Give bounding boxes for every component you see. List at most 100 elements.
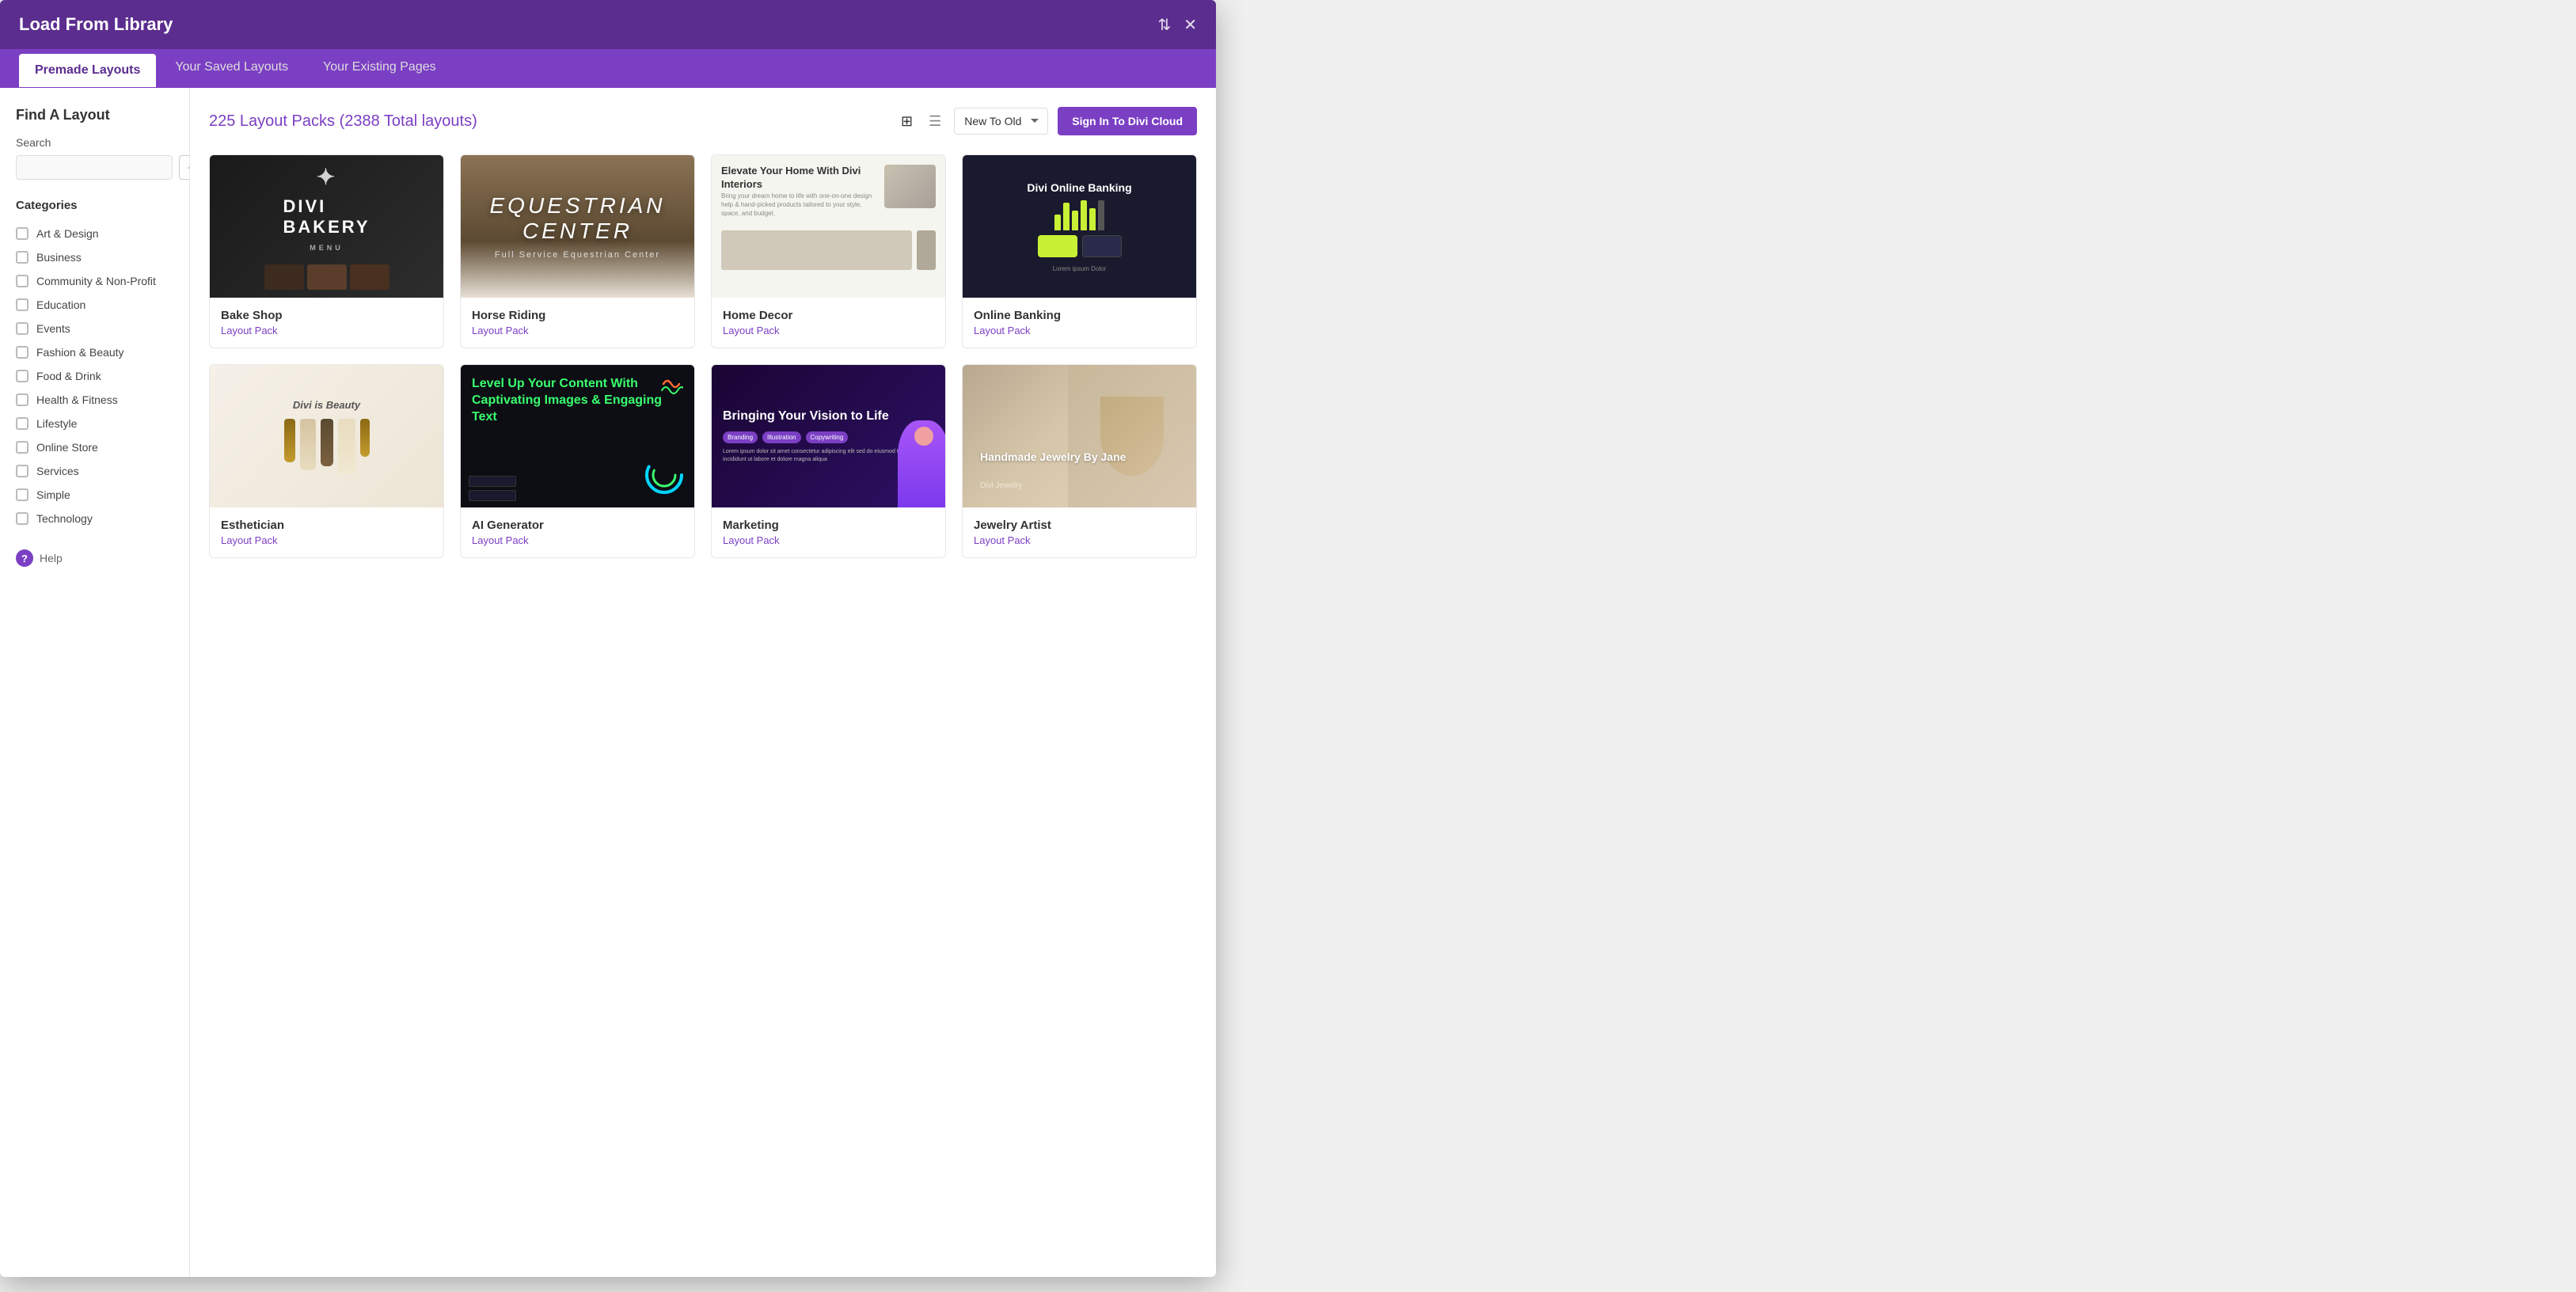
category-item-food-drink[interactable]: Food & Drink <box>16 364 173 388</box>
card-type-bake-shop: Layout Pack <box>221 325 432 336</box>
card-preview-marketing: Bringing Your Vision to Life Branding Il… <box>712 365 945 507</box>
help-label: Help <box>40 552 63 564</box>
category-checkbox-community-nonprofit[interactable] <box>16 275 28 287</box>
sort-select[interactable]: New To Old Old To New A to Z Z to A <box>954 108 1048 135</box>
list-icon <box>929 113 941 129</box>
grid-view-button[interactable] <box>898 110 916 133</box>
layout-card-bake-shop[interactable]: ✦ DIVIBAKERY MENU Bake Shop Layout Pack <box>209 154 444 348</box>
close-button[interactable]: ✕ <box>1184 15 1197 35</box>
categories-list: Art & Design Business Community & Non-Pr… <box>16 222 173 530</box>
category-label-education: Education <box>36 298 85 311</box>
card-info-ai-generator: AI Generator Layout Pack <box>461 507 694 557</box>
category-checkbox-lifestyle[interactable] <box>16 417 28 430</box>
layout-card-horse-riding[interactable]: EQUESTRIANCENTER Full Service Equestrian… <box>460 154 695 348</box>
layout-card-esthetician[interactable]: Divi is Beauty Esthetician Layout Pack <box>209 364 444 558</box>
category-checkbox-technology[interactable] <box>16 512 28 525</box>
tabs-bar: Premade Layouts Your Saved Layouts Your … <box>0 49 1216 88</box>
category-checkbox-health-fitness[interactable] <box>16 393 28 406</box>
category-checkbox-simple[interactable] <box>16 488 28 501</box>
category-item-education[interactable]: Education <box>16 293 173 317</box>
layout-card-jewelry-artist[interactable]: Handmade Jewelry By Jane Divi Jewelry Je… <box>962 364 1197 558</box>
category-checkbox-education[interactable] <box>16 298 28 311</box>
card-type-esthetician: Layout Pack <box>221 534 432 546</box>
categories-title: Categories <box>16 199 173 212</box>
help-icon: ? <box>16 549 33 567</box>
category-checkbox-food-drink[interactable] <box>16 370 28 382</box>
category-label-lifestyle: Lifestyle <box>36 417 77 430</box>
category-label-services: Services <box>36 465 79 477</box>
tab-existing-pages[interactable]: Your Existing Pages <box>307 49 452 88</box>
category-checkbox-art-design[interactable] <box>16 227 28 240</box>
layout-card-home-decor[interactable]: Elevate Your Home With Divi Interiors Br… <box>711 154 946 348</box>
sort-icon-button[interactable]: ⇅ <box>1157 15 1171 35</box>
category-item-technology[interactable]: Technology <box>16 507 173 530</box>
card-preview-ai: Level Up Your Content With Captivating I… <box>461 365 694 507</box>
category-item-simple[interactable]: Simple <box>16 483 173 507</box>
list-view-button[interactable] <box>925 110 944 133</box>
layout-count: 225 Layout Packs (2388 Total layouts) <box>209 112 477 131</box>
category-checkbox-events[interactable] <box>16 322 28 335</box>
card-name-home-decor: Home Decor <box>723 309 934 322</box>
divi-cloud-button[interactable]: Sign In To Divi Cloud <box>1058 107 1197 135</box>
header-actions: ⇅ ✕ <box>1157 15 1197 35</box>
modal-container: Load From Library ⇅ ✕ Premade Layouts Yo… <box>0 0 1216 1277</box>
card-preview-bake: ✦ DIVIBAKERY MENU <box>210 155 443 298</box>
card-type-jewelry-artist: Layout Pack <box>974 534 1185 546</box>
category-label-technology: Technology <box>36 512 93 525</box>
category-label-business: Business <box>36 251 82 264</box>
category-item-events[interactable]: Events <box>16 317 173 340</box>
card-name-online-banking: Online Banking <box>974 309 1185 322</box>
category-label-food-drink: Food & Drink <box>36 370 101 382</box>
card-preview-banking: Divi Online Banking Lorem ipsum Dolor <box>963 155 1196 298</box>
tab-saved-layouts[interactable]: Your Saved Layouts <box>159 49 304 88</box>
category-item-online-store[interactable]: Online Store <box>16 435 173 459</box>
modal-body: Find A Layout Search + Filter Categories… <box>0 88 1216 1277</box>
layout-count-sub: (2388 Total layouts) <box>340 112 477 130</box>
main-content: 225 Layout Packs (2388 Total layouts) Ne… <box>190 88 1216 1277</box>
category-checkbox-fashion-beauty[interactable] <box>16 346 28 359</box>
tab-premade-layouts[interactable]: Premade Layouts <box>19 54 156 87</box>
modal-header: Load From Library ⇅ ✕ <box>0 0 1216 49</box>
category-item-business[interactable]: Business <box>16 245 173 269</box>
category-item-art-design[interactable]: Art & Design <box>16 222 173 245</box>
card-type-online-banking: Layout Pack <box>974 325 1185 336</box>
card-preview-jewelry: Handmade Jewelry By Jane Divi Jewelry <box>963 365 1196 507</box>
sidebar: Find A Layout Search + Filter Categories… <box>0 88 190 1277</box>
card-name-bake-shop: Bake Shop <box>221 309 432 322</box>
category-item-community-nonprofit[interactable]: Community & Non-Profit <box>16 269 173 293</box>
help-button[interactable]: ? Help <box>16 549 63 567</box>
sidebar-title: Find A Layout <box>16 107 173 124</box>
search-input[interactable] <box>16 155 173 180</box>
layout-count-main: 225 Layout Packs <box>209 112 335 130</box>
layout-card-ai-generator[interactable]: Level Up Your Content With Captivating I… <box>460 364 695 558</box>
card-name-marketing: Marketing <box>723 519 934 532</box>
card-preview-horse: EQUESTRIANCENTER Full Service Equestrian… <box>461 155 694 298</box>
card-info-bake-shop: Bake Shop Layout Pack <box>210 298 443 348</box>
layout-card-marketing[interactable]: Bringing Your Vision to Life Branding Il… <box>711 364 946 558</box>
modal-title: Load From Library <box>19 14 173 35</box>
category-item-health-fitness[interactable]: Health & Fitness <box>16 388 173 412</box>
card-preview-home: Elevate Your Home With Divi Interiors Br… <box>712 155 945 298</box>
category-item-fashion-beauty[interactable]: Fashion & Beauty <box>16 340 173 364</box>
filter-button[interactable]: + Filter <box>179 155 190 180</box>
card-type-horse-riding: Layout Pack <box>472 325 683 336</box>
card-info-online-banking: Online Banking Layout Pack <box>963 298 1196 348</box>
category-checkbox-business[interactable] <box>16 251 28 264</box>
card-name-ai-generator: AI Generator <box>472 519 683 532</box>
category-label-art-design: Art & Design <box>36 227 99 240</box>
category-item-services[interactable]: Services <box>16 459 173 483</box>
search-row: + Filter <box>16 155 173 180</box>
card-info-horse-riding: Horse Riding Layout Pack <box>461 298 694 348</box>
toolbar-right: New To Old Old To New A to Z Z to A Sign… <box>898 107 1197 135</box>
category-item-lifestyle[interactable]: Lifestyle <box>16 412 173 435</box>
card-info-marketing: Marketing Layout Pack <box>712 507 945 557</box>
content-toolbar: 225 Layout Packs (2388 Total layouts) Ne… <box>209 107 1197 135</box>
category-checkbox-online-store[interactable] <box>16 441 28 454</box>
category-label-health-fitness: Health & Fitness <box>36 393 118 406</box>
card-name-jewelry-artist: Jewelry Artist <box>974 519 1185 532</box>
layout-card-online-banking[interactable]: Divi Online Banking Lorem ipsum Dolor <box>962 154 1197 348</box>
category-checkbox-services[interactable] <box>16 465 28 477</box>
card-type-ai-generator: Layout Pack <box>472 534 683 546</box>
card-type-marketing: Layout Pack <box>723 534 934 546</box>
card-preview-esthetician: Divi is Beauty <box>210 365 443 507</box>
